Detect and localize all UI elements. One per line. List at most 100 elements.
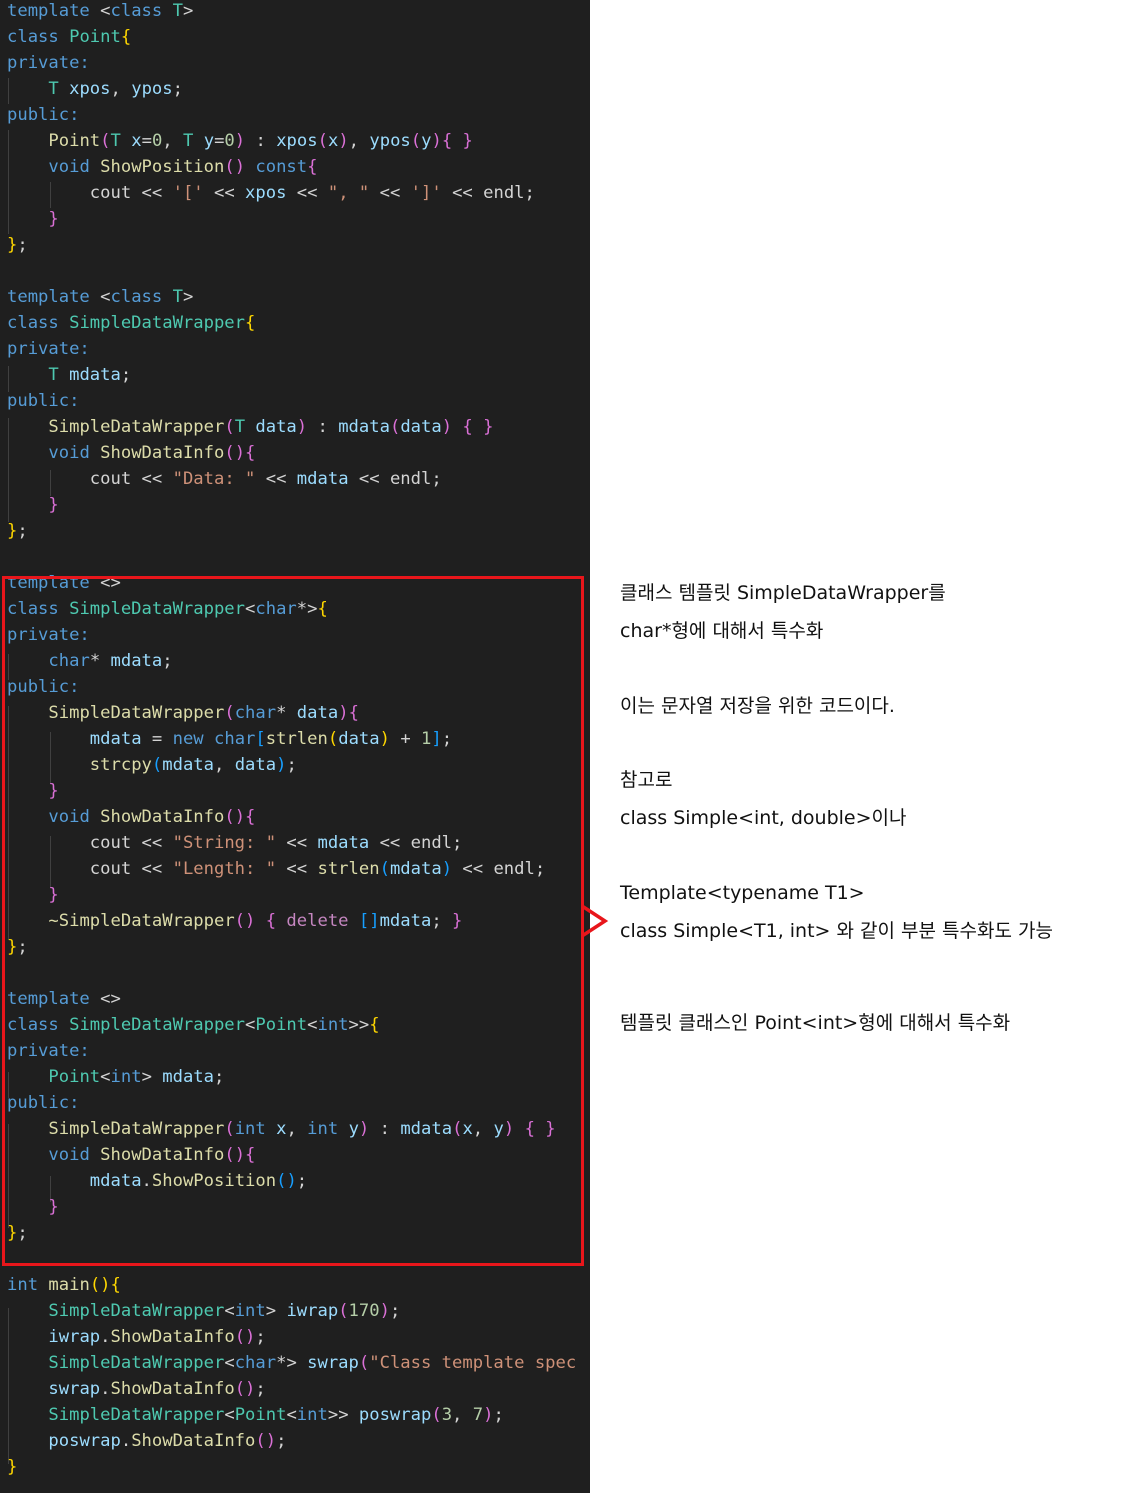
code-token: Point (69, 27, 121, 47)
code-token: > (182, 1, 194, 21)
code-token: class (7, 27, 70, 47)
code-token: y (203, 131, 215, 151)
note-string-purpose: 이는 문자열 저장을 위한 코드이다. (620, 695, 895, 717)
code-token: ~SimpleDataWrapper (48, 911, 235, 931)
code-token: y (421, 131, 432, 151)
code-token: << (141, 859, 173, 879)
code-token: data (255, 417, 297, 437)
code-token: < (100, 287, 111, 307)
code-token: SimpleDataWrapper (48, 1301, 225, 1321)
code-token: ; (172, 79, 183, 99)
code-line: void ShowDataInfo(){ (7, 1142, 255, 1168)
code-token: void (48, 443, 101, 463)
code-token: ShowDataInfo (100, 1145, 225, 1165)
code-token: } (48, 885, 59, 905)
code-token: private: (7, 625, 90, 645)
code-token: ypos (369, 131, 411, 151)
code-token: class (7, 313, 70, 333)
code-token: Point (234, 1405, 287, 1425)
code-token: endl (483, 183, 525, 203)
code-token: ShowDataInfo (110, 1379, 235, 1399)
code-token: } (7, 521, 18, 541)
code-token: T (234, 417, 256, 437)
code-line: SimpleDataWrapper(T data) : mdata(data) … (7, 414, 493, 440)
code-token: mdata (400, 1119, 453, 1139)
code-token: { (255, 911, 287, 931)
code-token: ( (317, 131, 328, 151)
code-token: int (234, 1301, 266, 1321)
code-token: { (369, 1015, 380, 1035)
code-token: cout (89, 859, 142, 879)
code-line: private: (7, 336, 90, 362)
code-token: mdata (338, 417, 390, 437)
code-token: cout (89, 469, 142, 489)
code-token: mdata (162, 755, 214, 775)
code-token: int (307, 1119, 349, 1139)
code-token: () (234, 1379, 256, 1399)
code-token: template (7, 989, 101, 1009)
code-line: cout << "Length: " << strlen(mdata) << e… (7, 856, 545, 882)
code-token: ( (452, 1119, 463, 1139)
code-token: strcpy (89, 755, 152, 775)
code-token: data (400, 417, 442, 437)
code-line: SimpleDataWrapper(int x, int y) : mdata(… (7, 1116, 555, 1142)
code-line: int main(){ (7, 1272, 121, 1298)
code-token: T (172, 287, 183, 307)
code-token: ", " (327, 183, 370, 203)
code-token: endl (389, 469, 432, 489)
code-token: < (286, 1405, 297, 1425)
code-line: poswrap.ShowDataInfo(); (7, 1428, 286, 1454)
code-line: } (7, 1454, 17, 1480)
code-token: int (7, 1275, 49, 1295)
code-token: ( (224, 703, 235, 723)
code-token: ; (276, 1431, 287, 1451)
code-line: private: (7, 1038, 90, 1064)
code-line: class SimpleDataWrapper{ (7, 310, 255, 336)
code-token: () (224, 807, 246, 827)
code-token: ) (441, 417, 453, 437)
code-token: template (7, 1, 101, 21)
code-token: () (224, 1145, 246, 1165)
code-token: << (348, 469, 390, 489)
code-token: ShowPosition (100, 157, 225, 177)
code-token: ) (431, 131, 442, 151)
code-token: < (100, 1067, 111, 1087)
code-token: y (493, 1119, 504, 1139)
code-line: }; (7, 934, 28, 960)
code-token: data (234, 755, 277, 775)
code-token: SimpleDataWrapper (69, 1015, 246, 1035)
note-reference: 참고로 (620, 769, 673, 791)
code-token: int (234, 1119, 277, 1139)
code-token: 7 (472, 1405, 484, 1425)
code-token: ; (255, 1379, 266, 1399)
code-token: poswrap (358, 1405, 432, 1425)
code-token: < (224, 1405, 235, 1425)
code-token: SimpleDataWrapper (69, 599, 246, 619)
code-token: << (369, 833, 411, 853)
code-token: << (369, 183, 411, 203)
code-token: T (183, 131, 204, 151)
code-token: class (110, 1, 173, 21)
code-token: ( (410, 131, 422, 151)
code-token: { } (452, 417, 494, 437)
code-token: < (245, 1015, 256, 1035)
code-line: } (7, 1194, 58, 1220)
code-token: void (48, 157, 101, 177)
code-token: poswrap (48, 1431, 121, 1451)
code-line: template <class T> (7, 284, 193, 310)
code-line: cout << "String: " << mdata << endl; (7, 830, 463, 856)
code-token: x (276, 1119, 287, 1139)
code-token: ) (483, 1405, 494, 1425)
code-token: () (89, 1275, 111, 1295)
code-editor[interactable]: template <class T> class Point{private: T… (0, 0, 590, 1493)
